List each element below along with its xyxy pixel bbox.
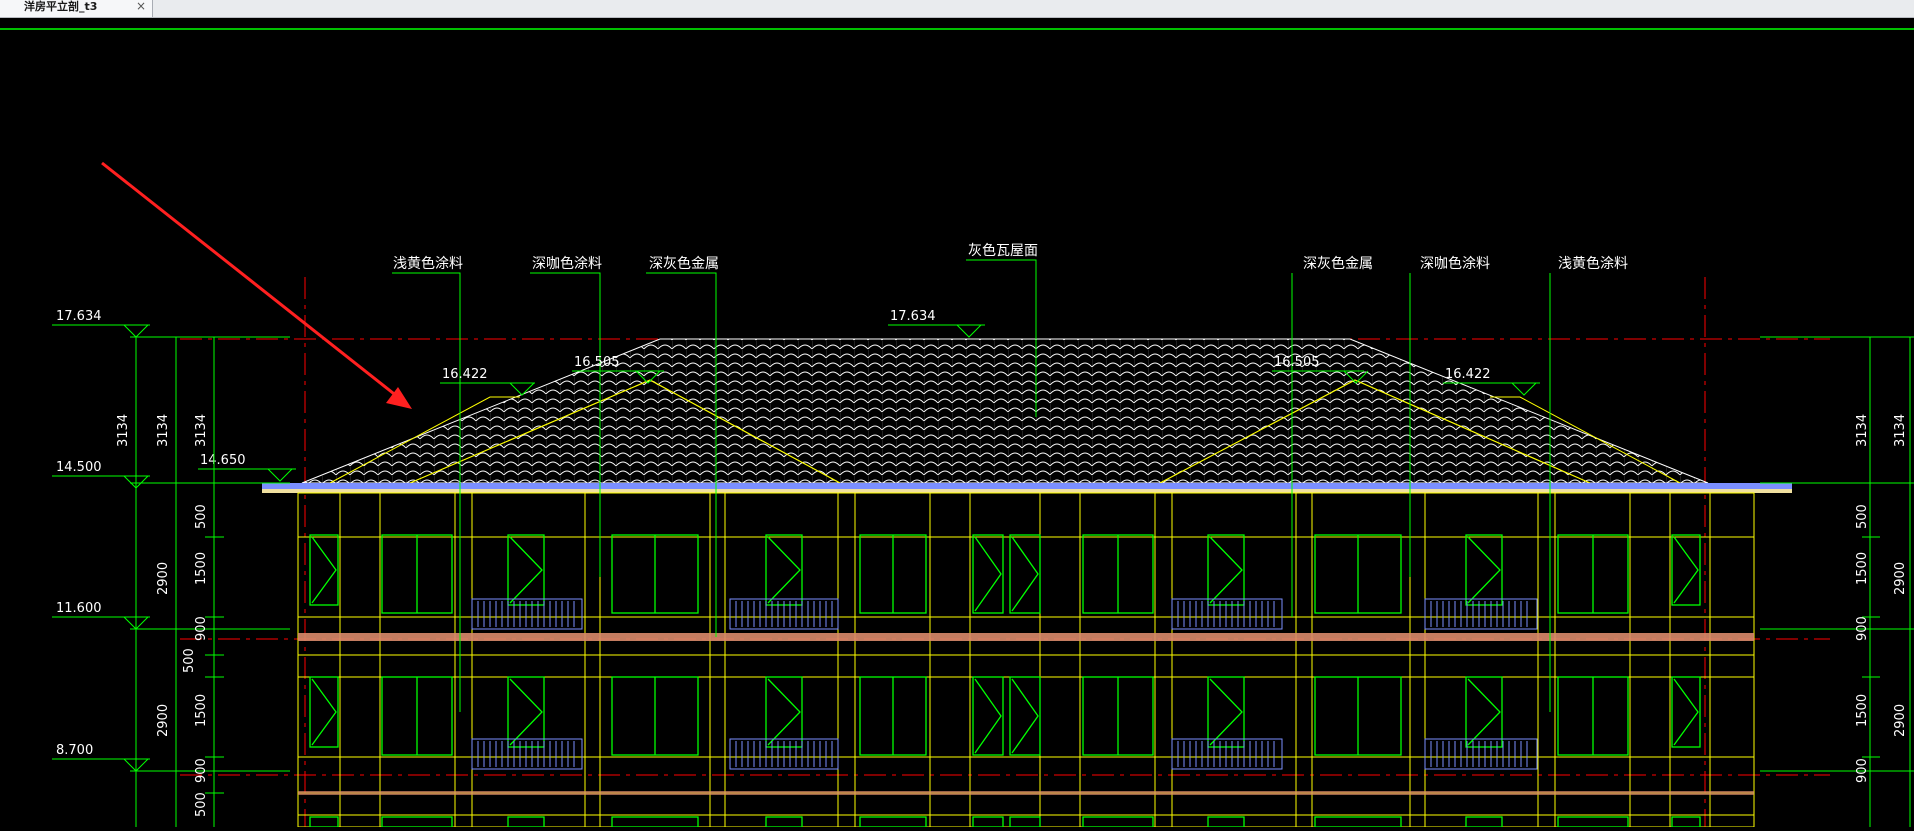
material-label: 深咖色涂料 [532, 255, 602, 272]
document-tab-title: 洋房平立剖_t3 [24, 0, 98, 13]
dimension-label: 3134 [1893, 414, 1908, 447]
annotation-arrow [101, 161, 412, 409]
document-tab[interactable]: 洋房平立剖_t3 × [0, 0, 153, 17]
dimension-label: 900 [194, 758, 209, 783]
elevation-label: 11.600 [56, 601, 102, 616]
dimension-label: 3134 [1855, 414, 1870, 447]
dimension-label: 3134 [156, 414, 171, 447]
elevation-label: 16.505 [574, 355, 620, 370]
material-label: 深咖色涂料 [1420, 255, 1490, 272]
floor-band [298, 633, 1754, 641]
dimension-label: 900 [194, 616, 209, 641]
elevation-label: 17.634 [56, 309, 102, 324]
material-label: 灰色瓦屋面 [968, 242, 1038, 259]
dimension-label: 500 [1855, 504, 1870, 529]
elevation-label: 8.700 [56, 743, 93, 758]
elevation-label: 17.634 [890, 309, 936, 324]
elevation-label: 16.505 [1274, 355, 1320, 370]
dimension-label: 3134 [116, 414, 131, 447]
dimension-label: 1500 [194, 694, 209, 727]
material-label: 浅黄色涂料 [1558, 255, 1628, 272]
material-label: 深灰色金属 [649, 255, 719, 272]
cad-drawing-viewport[interactable]: 浅黄色涂料 深咖色涂料 深灰色金属 灰色瓦屋面 深灰色金属 深咖色涂料 浅黄色涂… [0, 17, 1914, 828]
dimension-label: 2900 [156, 704, 171, 737]
dimension-label: 900 [1855, 758, 1870, 783]
dimension-label: 2900 [156, 562, 171, 595]
dimension-label: 500 [194, 504, 209, 529]
close-icon[interactable]: × [136, 0, 146, 13]
dimension-label: 900 [1855, 616, 1870, 641]
windows [309, 534, 1701, 828]
elevation-drawing: 浅黄色涂料 深咖色涂料 深灰色金属 灰色瓦屋面 深灰色金属 深咖色涂料 浅黄色涂… [0, 28, 1914, 828]
left-dimension-labels: 3134 3134 3134 2900 2900 500 1500 900 50… [116, 414, 209, 817]
dimension-label: 1500 [1855, 552, 1870, 585]
dimension-label: 2900 [1893, 704, 1908, 737]
elevation-label: 14.500 [56, 460, 102, 475]
left-dimension-lines [130, 336, 290, 827]
document-tab-bar: 洋房平立剖_t3 × [0, 0, 1914, 18]
balcony-railings [471, 598, 1538, 770]
dimension-label: 1500 [194, 552, 209, 585]
dimension-label: 3134 [194, 414, 209, 447]
floor-band-lower [298, 791, 1754, 795]
elevation-label: 14.650 [200, 453, 246, 468]
right-dimension-lines [1760, 336, 1914, 827]
material-labels: 浅黄色涂料 深咖色涂料 深灰色金属 灰色瓦屋面 深灰色金属 深咖色涂料 浅黄色涂… [393, 242, 1628, 272]
roof [262, 338, 1792, 493]
elevation-label: 16.422 [442, 367, 488, 382]
elevation-label: 16.422 [1445, 367, 1491, 382]
right-dimension-labels: 3134 500 1500 900 1500 900 3134 2900 290… [1855, 414, 1908, 783]
dimension-label: 500 [182, 648, 197, 673]
material-label: 深灰色金属 [1303, 255, 1373, 272]
dimension-label: 1500 [1855, 694, 1870, 727]
dimension-label: 2900 [1893, 562, 1908, 595]
material-label: 浅黄色涂料 [393, 255, 463, 272]
dimension-label: 500 [194, 792, 209, 817]
